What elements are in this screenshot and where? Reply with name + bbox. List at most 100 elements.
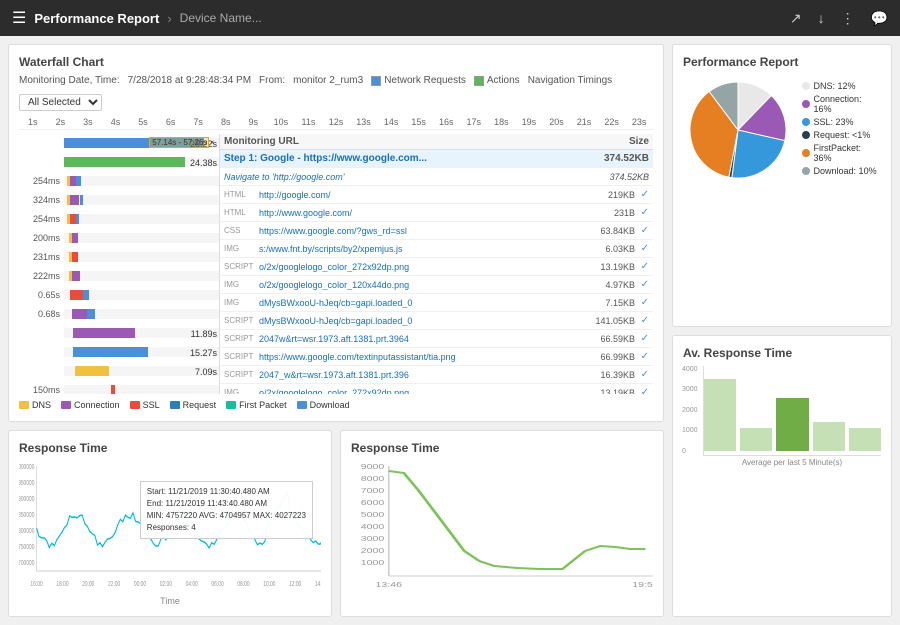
url-text[interactable]: dMysBWxooU-hJeq/cb=gapi.loaded_0: [259, 298, 575, 308]
timeline-tick: 14s: [377, 117, 405, 127]
bar-fill: [72, 271, 80, 281]
url-row: HTMLhttp://www.google.com/231B✓: [220, 204, 653, 222]
timeline-ruler: 1s2s3s4s5s6s7s8s9s10s11s12s13s14s15s16s1…: [19, 117, 653, 130]
url-size: 219KB: [575, 190, 635, 200]
from-label: From:: [259, 75, 285, 86]
url-size: 13.19KB: [575, 262, 635, 272]
url-size: 16.39KB: [575, 370, 635, 380]
actions-cb[interactable]: Actions: [474, 75, 520, 86]
url-row: Navigate to 'http://google.com'374.52KB: [220, 168, 653, 186]
url-text[interactable]: https://www.google.com/textinputassistan…: [259, 352, 575, 362]
url-size: 13.19KB: [575, 388, 635, 395]
monitoring-label: Monitoring Date, Time:: [19, 75, 120, 86]
menu-icon[interactable]: ☰: [12, 8, 26, 28]
resp-left-chart: 5000000495000049000004850000480000047500…: [19, 461, 321, 591]
bar-time-label: 15.27s: [190, 348, 217, 358]
bar-track: [64, 252, 219, 262]
network-requests-cb[interactable]: Network Requests: [371, 75, 466, 86]
resp-left-x-label: Time: [19, 596, 321, 606]
waterfall-bar-row: 57.14s - 57.26s ×25.22s: [19, 134, 219, 152]
waterfall-panel: Waterfall Chart Monitoring Date, Time: 7…: [8, 44, 664, 422]
waterfall-bar-row: 15.27s: [19, 343, 219, 361]
url-row: HTMLhttp://google.com/219KB✓: [220, 186, 653, 204]
all-selected-dropdown[interactable]: All Selected: [19, 94, 102, 111]
svg-text:13:46: 13:46: [376, 580, 402, 588]
waterfall-bar-row: 254ms: [19, 210, 219, 228]
legend-label: First Packet: [239, 400, 287, 410]
pie-legend-item: DNS: 12%: [802, 81, 881, 91]
url-size: 66.59KB: [575, 334, 635, 344]
size-col-header: Size: [589, 136, 649, 147]
svg-text:3000: 3000: [361, 534, 385, 542]
url-row: SCRIPTdMysBWxooU-hJeq/cb=gapi.loaded_014…: [220, 312, 653, 330]
url-check: ✓: [635, 369, 649, 380]
share-icon[interactable]: ↗: [790, 10, 802, 27]
svg-text:10:00: 10:00: [263, 581, 276, 588]
avg-y-labels: 40003000200010000: [682, 366, 698, 455]
legend-dot: [297, 401, 307, 409]
bar-track: [64, 176, 219, 186]
url-check: ✓: [635, 315, 649, 326]
legend-item: First Packet: [226, 400, 287, 410]
timeline-tick: 2s: [47, 117, 75, 127]
url-type: IMG: [224, 280, 259, 289]
waterfall-title: Waterfall Chart: [19, 55, 653, 69]
right-column: Performance Report DNS: 12%Connection: 1…: [672, 44, 892, 617]
bar-track: [64, 233, 219, 243]
url-check: ✓: [635, 207, 649, 218]
url-type: IMG: [224, 244, 259, 253]
bar-time-label: 11.89s: [191, 329, 217, 339]
url-row: SCRIPT2047w&rt=wsr.1973.aft.1381.prt.396…: [220, 330, 653, 348]
timeline-tick: 6s: [157, 117, 185, 127]
svg-text:4700000: 4700000: [19, 560, 35, 567]
url-text[interactable]: o/2x/googlelogo_color_272x92dp.png: [259, 262, 575, 272]
bar-fill: [72, 233, 78, 243]
timeline-tick: 10s: [267, 117, 295, 127]
url-text[interactable]: o/2x/googlelogo_color_120x44do.png: [259, 280, 575, 290]
url-check: ✓: [635, 297, 649, 308]
url-check: ✓: [635, 261, 649, 272]
url-text[interactable]: s:/www.fnt.by/scripts/by2/xpemjus.js: [259, 244, 575, 254]
url-text[interactable]: Navigate to 'http://google.com': [224, 172, 589, 182]
chat-icon[interactable]: 💬: [871, 10, 888, 27]
legend-label: Connection: [74, 400, 120, 410]
svg-text:14:00: 14:00: [315, 581, 321, 588]
url-text[interactable]: http://google.com/: [259, 190, 575, 200]
network-cb-box: [371, 76, 381, 86]
bar-fill: [72, 252, 78, 262]
avg-y-label: 0: [682, 448, 698, 455]
bar-label: 254ms: [19, 214, 64, 224]
url-text[interactable]: 2047_w&rt=wsr.1973.aft.1381.prt.396: [259, 370, 575, 380]
timeline-tick: 7s: [184, 117, 212, 127]
url-type: SCRIPT: [224, 334, 259, 343]
url-size: 7.15KB: [575, 298, 635, 308]
bar-fill: [87, 309, 95, 319]
svg-text:19:50: 19:50: [632, 580, 653, 588]
url-size: 374.52KB: [589, 172, 649, 182]
url-text[interactable]: dMysBWxooU-hJeq/cb=gapi.loaded_0: [259, 316, 575, 326]
pie-chart: [683, 75, 792, 185]
svg-text:7000: 7000: [361, 486, 385, 494]
url-text[interactable]: http://www.google.com/: [259, 208, 575, 218]
url-row: IMGo/2x/googlelogo_color_272x92dp.png13.…: [220, 384, 653, 394]
main-grid: Waterfall Chart Monitoring Date, Time: 7…: [0, 36, 900, 625]
svg-text:04:00: 04:00: [186, 581, 199, 588]
bar-label: 324ms: [19, 195, 64, 205]
download-icon[interactable]: ↓: [818, 10, 825, 26]
url-size: 141.05KB: [575, 316, 635, 326]
bar-fill: [64, 157, 185, 167]
bar-time-label: 7.09s: [195, 367, 217, 377]
pie-legend-label: Request: <1%: [814, 130, 871, 140]
url-text[interactable]: 2047w&rt=wsr.1973.aft.1381.prt.3964: [259, 334, 575, 344]
svg-text:5000: 5000: [361, 510, 385, 518]
timeline-tick: 3s: [74, 117, 102, 127]
svg-text:02:00: 02:00: [160, 581, 173, 588]
more-icon[interactable]: ⋮: [841, 10, 855, 27]
bar-fill: [80, 195, 83, 205]
bar-track: [64, 195, 219, 205]
url-text[interactable]: https://www.google.com/?gws_rd=ssl: [259, 226, 575, 236]
pie-legend: DNS: 12%Connection: 16%SSL: 23%Request: …: [802, 81, 881, 179]
bar-track: 57.14s - 57.26s ×25.22s: [64, 138, 219, 148]
url-text[interactable]: Step 1: Google - https://www.google.com.…: [224, 153, 589, 164]
url-text[interactable]: o/2x/googlelogo_color_272x92dp.png: [259, 388, 575, 395]
